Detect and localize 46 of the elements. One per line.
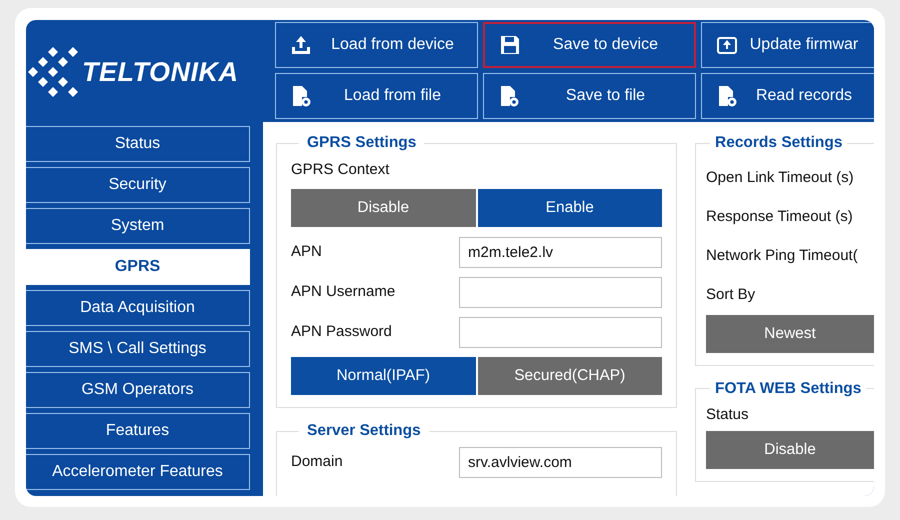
- input-field[interactable]: [459, 317, 662, 348]
- logo-mark-icon: [28, 47, 78, 97]
- field-label: Sort By: [706, 284, 756, 305]
- group-title: FOTA WEB Settings: [714, 380, 862, 398]
- sidebar-item[interactable]: GPRS: [26, 249, 250, 285]
- update-box-icon: [716, 34, 738, 56]
- group-title: Records Settings: [714, 134, 844, 153]
- field-label: Open Link Timeout (s): [706, 168, 855, 188]
- option-button[interactable]: Disable: [706, 430, 874, 469]
- option-button[interactable]: Enable: [478, 189, 662, 228]
- input-field[interactable]: srv.avlview.com: [459, 446, 662, 478]
- sidebar-item[interactable]: System: [26, 208, 250, 244]
- sidebar-item[interactable]: GSM Operators: [26, 372, 250, 408]
- file-gear-icon: [290, 85, 312, 107]
- sidebar-item[interactable]: Features: [26, 413, 250, 449]
- toolbar-button[interactable]: Update firmwar: [701, 22, 874, 68]
- field-label: Network Ping Timeout(: [706, 246, 859, 266]
- toolbar-button[interactable]: Load from file: [275, 73, 478, 119]
- option-button[interactable]: Newest: [706, 314, 874, 353]
- sidebar-item[interactable]: Status: [26, 126, 250, 162]
- toolbar-button[interactable]: Read records: [701, 73, 874, 119]
- upload-tray-icon: [290, 34, 312, 56]
- file-gear-icon: [716, 85, 738, 107]
- field-label: Status: [706, 405, 750, 426]
- toolbar-button[interactable]: Save to file: [483, 73, 696, 119]
- option-button[interactable]: Normal(IPAF): [291, 357, 476, 396]
- field-label: APN: [291, 242, 323, 262]
- input-field[interactable]: [459, 277, 662, 308]
- field-label: Domain: [291, 452, 344, 472]
- file-gear-icon: [498, 85, 520, 107]
- sidebar-item[interactable]: Accelerometer Features: [26, 454, 250, 490]
- field-label: APN Password: [291, 322, 393, 342]
- field-label: Response Timeout (s): [706, 206, 854, 227]
- toolbar-button[interactable]: Save to device: [483, 22, 696, 68]
- field-label: APN Username: [291, 282, 396, 302]
- option-button[interactable]: Disable: [291, 189, 476, 228]
- group-title: GPRS Settings: [306, 134, 418, 153]
- option-button[interactable]: Secured(CHAP): [478, 357, 662, 396]
- logo-text: TELTONIKA: [82, 56, 238, 89]
- group-title: Server Settings: [306, 422, 422, 441]
- sidebar-item[interactable]: Data Acquisition: [26, 290, 250, 326]
- field-label: GPRS Context: [291, 160, 390, 180]
- sidebar-item[interactable]: Security: [26, 167, 250, 203]
- input-field[interactable]: m2m.tele2.lv: [459, 237, 662, 268]
- toolbar-button[interactable]: Load from device: [275, 22, 478, 68]
- sidebar-item[interactable]: SMS \ Call Settings: [26, 331, 250, 367]
